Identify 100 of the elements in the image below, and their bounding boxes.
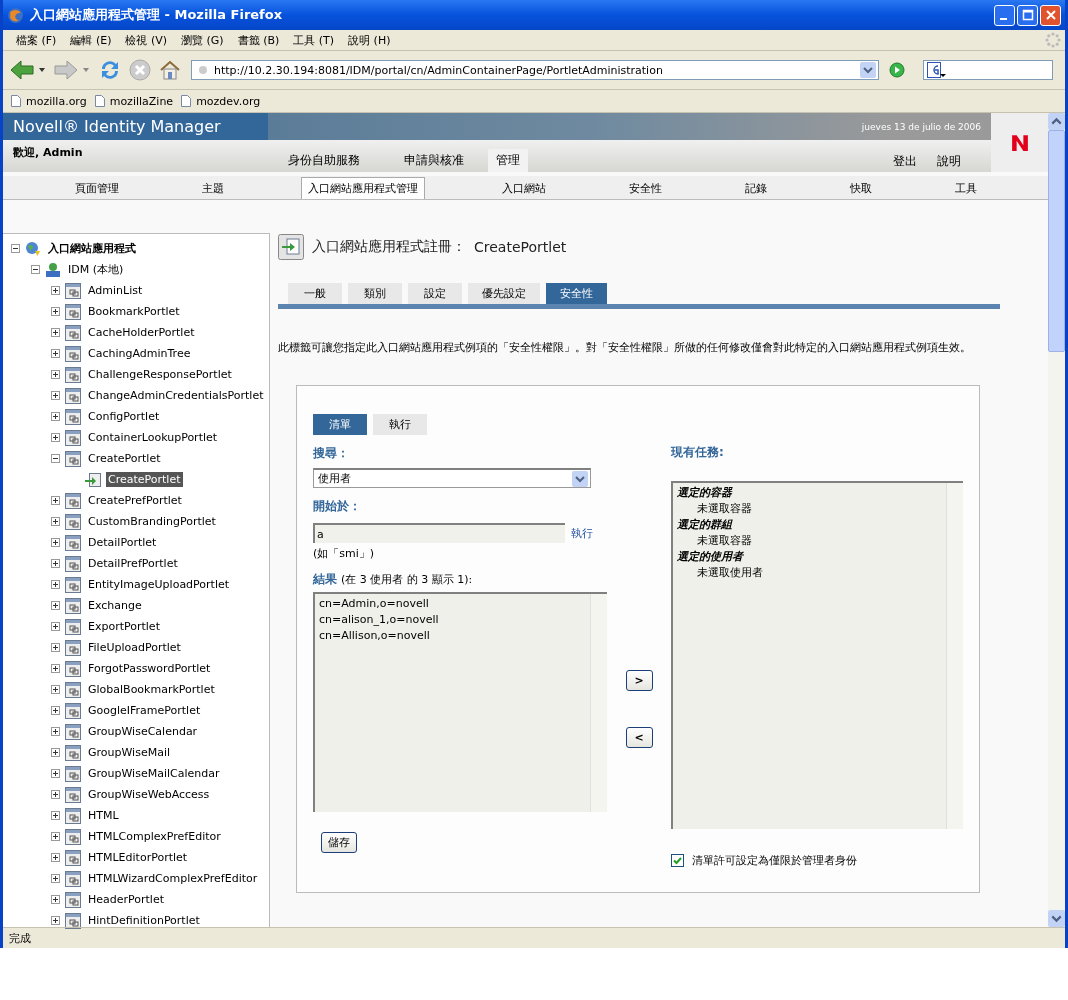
back-arrow-icon[interactable] [9, 58, 35, 82]
plus-box-icon[interactable] [51, 559, 60, 568]
list-item[interactable]: cn=Allison,o=novell [319, 628, 586, 644]
save-button[interactable]: 儲存 [321, 832, 357, 853]
menu-item[interactable]: 檢視 (V) [118, 32, 175, 48]
close-button[interactable] [1040, 4, 1061, 26]
plus-box-icon[interactable] [51, 349, 60, 358]
remove-button[interactable]: < [625, 727, 653, 748]
tree-item[interactable]: Exchange [86, 598, 144, 613]
minus-box-icon[interactable] [11, 244, 20, 253]
tree-item[interactable]: ChallengeResponsePortlet [86, 367, 234, 382]
bookmark-link[interactable]: mozilla.org [26, 94, 87, 108]
plus-box-icon[interactable] [51, 790, 60, 799]
mode-tab[interactable]: 執行 [373, 414, 427, 435]
list-item[interactable]: 未選取容器 [677, 533, 942, 549]
sub-nav-tab[interactable]: 入口網站應用程式管理 [300, 177, 425, 199]
tree-item[interactable]: 入口網站應用程式 [46, 240, 138, 257]
tree-item[interactable]: AdminList [86, 283, 145, 298]
tree-item[interactable]: GoogleIFramePortlet [86, 703, 203, 718]
checkbox[interactable] [671, 854, 684, 867]
caret-icon[interactable] [39, 68, 45, 72]
tree-item[interactable]: GroupWiseWebAccess [86, 787, 212, 802]
tree-item[interactable]: CreatePortlet [86, 451, 163, 466]
list-item[interactable]: cn=alison_1,o=novell [319, 612, 586, 628]
plus-box-icon[interactable] [51, 643, 60, 652]
plus-box-icon[interactable] [51, 916, 60, 925]
plus-box-icon[interactable] [51, 748, 60, 757]
dropdown-icon[interactable] [860, 62, 876, 78]
search-type-dropdown[interactable]: 使用者 [313, 468, 591, 488]
tree-item[interactable]: BookmarkPortlet [86, 304, 182, 319]
scroll-up-icon[interactable] [1048, 113, 1065, 130]
tab[interactable]: 類別 [348, 283, 402, 304]
sub-nav-tab[interactable]: 入口網站 [495, 178, 552, 199]
tree-item[interactable]: CacheHolderPortlet [86, 325, 197, 340]
tree-item[interactable]: CreatePortlet [106, 472, 183, 487]
plus-box-icon[interactable] [51, 580, 60, 589]
plus-box-icon[interactable] [51, 685, 60, 694]
plus-box-icon[interactable] [51, 832, 60, 841]
tree-item[interactable]: ExportPortlet [86, 619, 162, 634]
go-link[interactable]: 執行 [571, 525, 593, 541]
bookmark-link[interactable]: mozillaZine [109, 94, 174, 108]
plus-box-icon[interactable] [51, 811, 60, 820]
plus-box-icon[interactable] [51, 538, 60, 547]
scrollbar[interactable] [590, 594, 607, 812]
tree-item[interactable]: DetailPortlet [86, 535, 159, 550]
tree-item[interactable]: IDM (本地) [66, 261, 126, 278]
tree-item[interactable]: HeaderPortlet [86, 892, 166, 907]
header-link[interactable]: 說明 [937, 153, 961, 170]
plus-box-icon[interactable] [51, 412, 60, 421]
tree-item[interactable]: GroupWiseCalendar [86, 724, 200, 739]
tree-item[interactable]: HTMLEditorPortlet [86, 850, 190, 865]
scrollbar[interactable] [1048, 113, 1065, 927]
tree-item[interactable]: ChangeAdminCredentialsPortlet [86, 388, 266, 403]
plus-box-icon[interactable] [51, 853, 60, 862]
tree-item[interactable]: DetailPrefPortlet [86, 556, 180, 571]
tree-item[interactable]: FileUploadPortlet [86, 640, 183, 655]
sub-nav-tab[interactable]: 工具 [948, 178, 983, 199]
tab[interactable]: 一般 [288, 283, 342, 304]
menu-item[interactable]: 檔案 (F) [9, 32, 64, 48]
menu-item[interactable]: 瀏覽 (G) [174, 32, 231, 48]
tree-item[interactable]: CachingAdminTree [86, 346, 193, 361]
sub-nav-tab[interactable]: 主題 [195, 178, 230, 199]
tree-item[interactable]: HTMLWizardComplexPrefEditor [86, 871, 260, 886]
menu-item[interactable]: 工具 (T) [286, 32, 342, 48]
plus-box-icon[interactable] [51, 517, 60, 526]
sub-nav-tab[interactable]: 頁面管理 [68, 178, 125, 199]
list-item[interactable]: 未選取使用者 [677, 565, 942, 581]
plus-box-icon[interactable] [51, 328, 60, 337]
tree-item[interactable]: GroupWiseMail [86, 745, 173, 760]
tab[interactable]: 設定 [408, 283, 462, 304]
plus-box-icon[interactable] [51, 370, 60, 379]
minus-box-icon[interactable] [31, 265, 40, 274]
tree-item[interactable]: GlobalBookmarkPortlet [86, 682, 217, 697]
tree-item[interactable]: HTML [86, 808, 121, 823]
add-button[interactable]: > [625, 670, 653, 691]
tree-item[interactable]: ForgotPasswordPortlet [86, 661, 213, 676]
plus-box-icon[interactable] [51, 769, 60, 778]
plus-box-icon[interactable] [51, 706, 60, 715]
plus-box-icon[interactable] [51, 664, 60, 673]
header-link[interactable]: 登出 [893, 153, 917, 170]
address-bar[interactable]: http://10.2.30.194:8081/IDM/portal/cn/AdminContainerPage/PortletAdministration [191, 60, 879, 80]
nav-tab[interactable]: 管理 [488, 149, 528, 172]
tree-item[interactable]: CreatePrefPortlet [86, 493, 184, 508]
plus-box-icon[interactable] [51, 496, 60, 505]
assignments-list[interactable]: 選定的容器 未選取容器 選定的群組 未選取容器 選定的使用者 未選取使用者 [671, 481, 963, 829]
menu-item[interactable]: 書籤 (B) [230, 32, 287, 48]
maximize-button[interactable] [1017, 4, 1038, 26]
nav-tab[interactable]: 身份自助服務 [268, 149, 380, 172]
tree-item[interactable]: CustomBrandingPortlet [86, 514, 218, 529]
menu-item[interactable]: 編輯 (E) [63, 32, 119, 48]
plus-box-icon[interactable] [51, 286, 60, 295]
go-icon[interactable] [889, 62, 905, 78]
minimize-button[interactable] [994, 4, 1015, 26]
tree-item[interactable]: HintDefinitionPortlet [86, 913, 202, 928]
tab[interactable]: 安全性 [546, 283, 607, 304]
bookmark-link[interactable]: mozdev.org [196, 94, 261, 108]
list-item[interactable]: cn=Admin,o=novell [319, 596, 586, 612]
sub-nav-tab[interactable]: 安全性 [622, 178, 668, 199]
tree-item[interactable]: ConfigPortlet [86, 409, 162, 424]
tree-item[interactable]: ContainerLookupPortlet [86, 430, 220, 445]
